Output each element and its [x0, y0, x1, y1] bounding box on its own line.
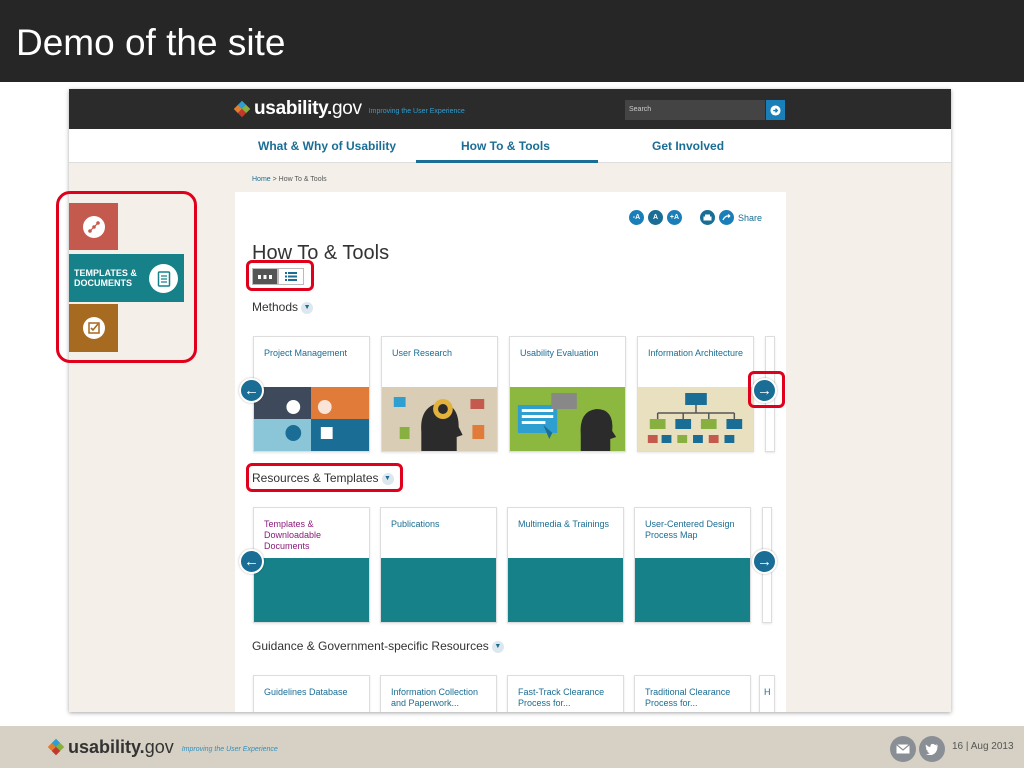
logo-diamond-icon: [47, 738, 65, 756]
guidance-card-traditional[interactable]: Traditional Clearance Process for...: [634, 675, 751, 712]
card-label: User-Centered Design Process Map: [645, 519, 735, 540]
breadcrumb: Home > How To & Tools: [252, 176, 327, 183]
font-increase-button[interactable]: +A: [666, 210, 682, 225]
information-architecture-illustration: [638, 387, 753, 451]
search-input[interactable]: Search: [625, 100, 765, 120]
highlight-next-arrow: [748, 371, 785, 408]
card-teal-block: [635, 558, 750, 622]
section-methods-label: Methods: [252, 300, 299, 314]
section-methods[interactable]: Methods ▼: [252, 300, 314, 314]
methods-prev-arrow[interactable]: ←: [239, 378, 264, 403]
card-label: Multimedia & Trainings: [518, 519, 610, 529]
card-label: Usability Evaluation: [520, 348, 599, 358]
method-card-project-management[interactable]: Project Management: [253, 336, 370, 452]
card-label: Templates & Downloadable Documents: [264, 519, 322, 551]
resource-card-publications[interactable]: Publications: [380, 507, 497, 623]
email-icon[interactable]: [890, 736, 916, 762]
logo-wordmark: usability.gov: [254, 98, 362, 119]
section-guidance[interactable]: Guidance & Government-specific Resources…: [252, 639, 504, 653]
highlight-resources-heading: [246, 463, 403, 492]
footer-logo: usability.gov Improving the User Experie…: [47, 737, 278, 758]
method-card-information-architecture[interactable]: Information Architecture: [637, 336, 754, 452]
slide-title: Demo of the site: [16, 22, 286, 63]
page-tools: -A A +A Share: [628, 210, 762, 225]
main-nav: What & Why of Usability How To & Tools G…: [69, 129, 951, 163]
method-card-usability-evaluation[interactable]: Usability Evaluation: [509, 336, 626, 452]
footer-tagline: Improving the User Experience: [181, 746, 278, 753]
highlight-left-tiles: [56, 191, 197, 363]
footer-wordmark: usability.gov: [68, 737, 174, 757]
site-logo[interactable]: usability.gov Improving the User Experie…: [233, 98, 465, 120]
site-tagline: Improving the User Experience: [368, 107, 465, 115]
highlight-view-toggle: [246, 260, 314, 291]
user-research-illustration: [382, 387, 497, 451]
card-label: Publications: [391, 519, 440, 529]
share-label[interactable]: Share: [738, 213, 762, 223]
chevron-down-icon: ▼: [301, 301, 314, 314]
resources-next-arrow[interactable]: →: [752, 549, 777, 574]
arrow-right-icon: [770, 104, 781, 116]
content-panel: -A A +A Share How To & Tools Methods ▼ P…: [235, 192, 786, 712]
resource-card-ucd-process-map[interactable]: User-Centered Design Process Map: [634, 507, 751, 623]
card-label: User Research: [392, 348, 453, 358]
breadcrumb-current: > How To & Tools: [270, 176, 327, 183]
resource-card-templates[interactable]: Templates & Downloadable Documents: [253, 507, 370, 623]
site-header: usability.gov Improving the User Experie…: [69, 89, 951, 129]
slide-title-bar: Demo of the site: [0, 0, 1024, 82]
card-teal-block: [381, 558, 496, 622]
guidance-card-guidelines-db[interactable]: Guidelines Database: [253, 675, 370, 712]
project-management-illustration: [254, 387, 369, 451]
card-label: Project Management: [264, 348, 348, 358]
card-label: Traditional Clearance Process for...: [645, 687, 731, 708]
breadcrumb-home-link[interactable]: Home: [252, 176, 271, 183]
card-label: Guidelines Database: [264, 687, 348, 697]
resource-card-multimedia[interactable]: Multimedia & Trainings: [507, 507, 624, 623]
usability-evaluation-illustration: [510, 387, 625, 451]
nav-get-involved[interactable]: Get Involved: [652, 139, 724, 153]
card-teal-block: [254, 558, 369, 622]
card-label: H: [764, 687, 771, 697]
guidance-card-info-collection[interactable]: Information Collection and Paperwork...: [380, 675, 497, 712]
card-label: Information Collection and Paperwork...: [391, 687, 479, 708]
active-tab-indicator: [416, 160, 598, 163]
chevron-down-icon: ▼: [491, 640, 504, 653]
section-guidance-label: Guidance & Government-specific Resources: [252, 639, 489, 653]
search-button[interactable]: [766, 100, 785, 120]
slide-page-number: 16 | Aug 2013: [952, 741, 1014, 752]
website-screenshot: usability.gov Improving the User Experie…: [69, 89, 951, 712]
print-icon[interactable]: [699, 210, 715, 225]
card-label: Information Architecture: [648, 348, 744, 358]
card-teal-block: [508, 558, 623, 622]
nav-how-to-tools[interactable]: How To & Tools: [461, 139, 550, 153]
twitter-icon[interactable]: [919, 736, 945, 762]
card-label: Fast-Track Clearance Process for...: [518, 687, 605, 708]
nav-what-why[interactable]: What & Why of Usability: [258, 139, 396, 153]
guidance-card-fast-track[interactable]: Fast-Track Clearance Process for...: [507, 675, 624, 712]
method-card-user-research[interactable]: User Research: [381, 336, 498, 452]
guidance-card-partial[interactable]: H: [759, 675, 775, 712]
slide-footer: usability.gov Improving the User Experie…: [0, 726, 1024, 768]
font-normal-button[interactable]: A: [647, 210, 663, 225]
font-decrease-button[interactable]: -A: [628, 210, 644, 225]
resources-prev-arrow[interactable]: ←: [239, 549, 264, 574]
share-icon[interactable]: [718, 210, 734, 225]
logo-diamond-icon: [233, 100, 251, 117]
